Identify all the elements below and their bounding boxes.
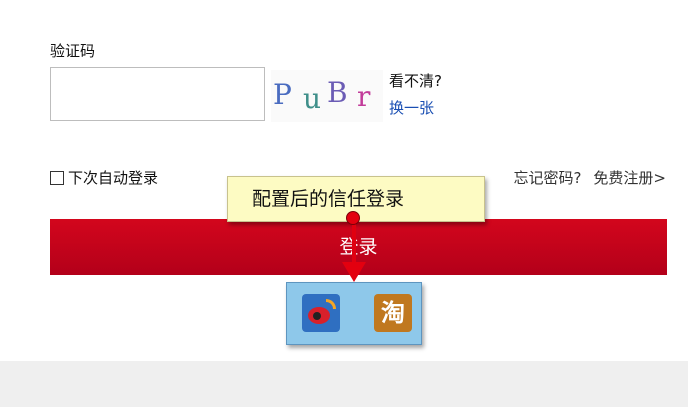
footer-band bbox=[0, 361, 688, 407]
captcha-image[interactable]: P u B r bbox=[271, 70, 383, 122]
arrow-dot bbox=[346, 211, 360, 225]
third-party-login-panel: 淘 bbox=[286, 282, 422, 345]
weibo-signal-arc bbox=[326, 299, 336, 309]
weibo-icon[interactable] bbox=[302, 294, 340, 332]
taobao-icon[interactable]: 淘 bbox=[374, 294, 412, 332]
forgot-password-link[interactable]: 忘记密码? bbox=[513, 167, 581, 188]
arrow-line bbox=[352, 219, 356, 267]
captcha-char-4: r bbox=[357, 80, 371, 113]
captcha-char-2: u bbox=[303, 82, 322, 115]
register-link[interactable]: 免费注册> bbox=[593, 167, 666, 188]
refresh-captcha-link[interactable]: 换一张 bbox=[389, 97, 434, 118]
arrow-head bbox=[342, 262, 366, 282]
remember-checkbox[interactable] bbox=[50, 170, 64, 185]
remember-me[interactable]: 下次自动登录 bbox=[50, 167, 158, 188]
remember-label: 下次自动登录 bbox=[68, 169, 159, 187]
unclear-text: 看不清? bbox=[389, 72, 442, 90]
captcha-char-1: P bbox=[273, 78, 292, 111]
captcha-label: 验证码 bbox=[50, 42, 96, 60]
captcha-input[interactable] bbox=[50, 67, 265, 121]
weibo-eye-dot bbox=[313, 312, 321, 320]
captcha-char-3: B bbox=[327, 76, 348, 109]
account-links: 忘记密码? 免费注册> bbox=[513, 167, 666, 188]
